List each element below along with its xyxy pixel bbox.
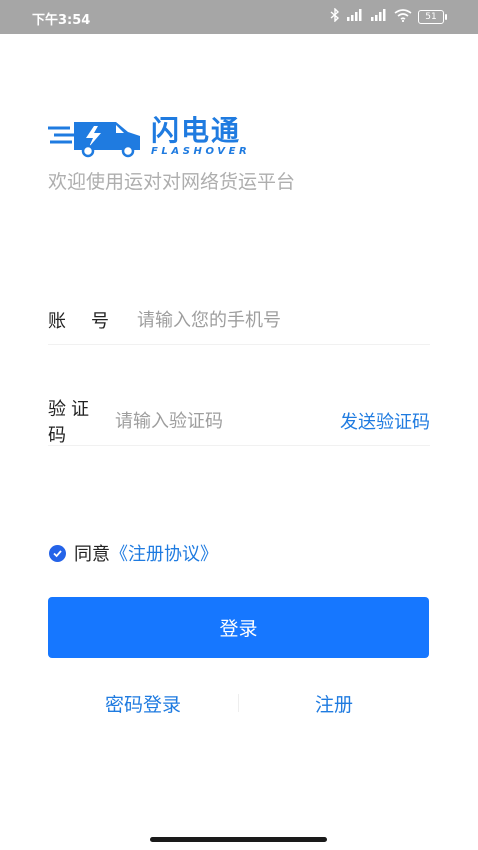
account-label: 账号 <box>48 311 134 332</box>
status-bar: 下午3:54 51 <box>0 0 478 34</box>
bottom-links: 密码登录 注册 <box>48 688 429 718</box>
send-code-button[interactable]: 发送验证码 <box>340 408 430 434</box>
login-button[interactable]: 登录 <box>48 597 429 658</box>
signal-icon <box>346 9 364 24</box>
register-link[interactable]: 注册 <box>239 690 429 717</box>
welcome-tagline: 欢迎使用运对对网络货运平台 <box>48 171 296 193</box>
home-indicator[interactable] <box>150 837 327 842</box>
code-label: 验证码 <box>48 399 94 446</box>
signal-icon <box>370 9 388 24</box>
agreement-link[interactable]: 《注册协议》 <box>110 540 218 566</box>
brand-name: 闪电通 FLASHOVER <box>151 116 250 158</box>
status-time: 下午3:54 <box>32 13 91 28</box>
agreement-row: 同意 《注册协议》 <box>49 540 218 566</box>
account-row: 账号 <box>48 296 430 345</box>
agreement-prefix: 同意 <box>74 544 110 565</box>
verification-code-input[interactable] <box>115 406 340 436</box>
bluetooth-icon <box>330 7 340 25</box>
brand-name-cn: 闪电通 <box>151 114 242 147</box>
brand-logo: 闪电通 FLASHOVER <box>48 116 250 162</box>
status-icons: 51 <box>330 7 447 25</box>
battery-icon: 51 <box>418 9 447 24</box>
code-row: 验证码 发送验证码 <box>48 397 430 446</box>
brand-name-en: FLASHOVER <box>151 146 251 157</box>
agreement-checkbox[interactable] <box>49 544 66 562</box>
password-login-link[interactable]: 密码登录 <box>48 690 238 717</box>
phone-input[interactable] <box>137 305 430 335</box>
lightning-truck-icon <box>48 116 143 162</box>
wifi-icon <box>394 8 412 25</box>
